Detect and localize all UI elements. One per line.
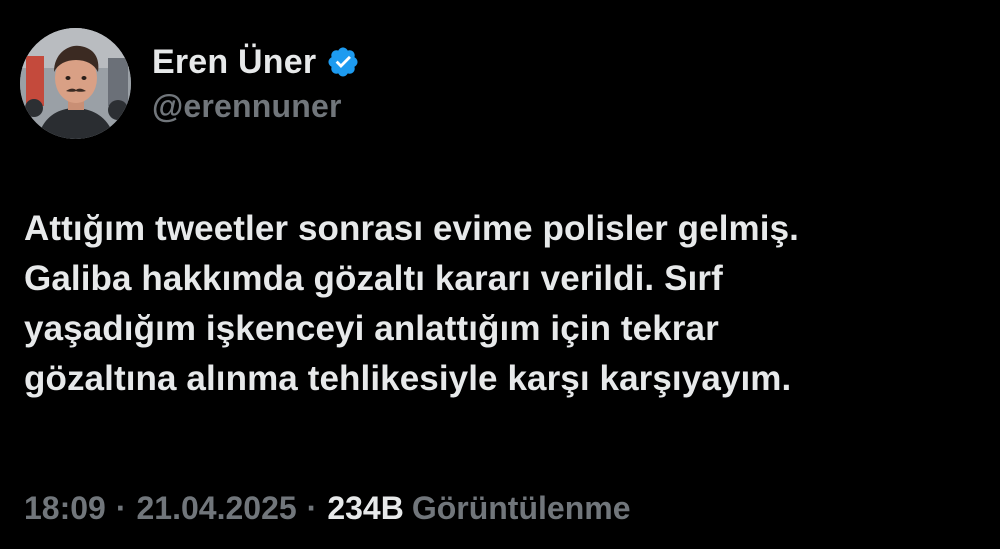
- verified-badge-icon[interactable]: [326, 45, 360, 79]
- tweet-time[interactable]: 18:09: [24, 490, 106, 527]
- tweet-text-line: yaşadığım işkenceyi anlattığım için tekr…: [24, 309, 719, 348]
- views-label: Görüntülenme: [411, 490, 631, 526]
- tweet-text-line: Attığım tweetler sonrası evime polisler …: [24, 209, 799, 248]
- tweet-card: Eren Üner @erennuner Attığım tweetler so…: [0, 0, 1000, 549]
- tweet-text-line: gözaltına alınma tehlikesiyle karşı karş…: [24, 359, 792, 398]
- avatar[interactable]: [20, 28, 131, 139]
- author-display-name[interactable]: Eren Üner: [152, 43, 316, 82]
- tweet-meta: 18:09 · 21.04.2025 · 234B Görüntülenme: [24, 490, 630, 527]
- meta-separator: ·: [115, 490, 127, 526]
- author-handle[interactable]: @erennuner: [152, 88, 342, 125]
- author-name-row: Eren Üner: [152, 40, 360, 84]
- tweet-text: Attığım tweetler sonrası evime polisler …: [24, 204, 984, 404]
- tweet-text-line: Galiba hakkımda gözaltı kararı verildi. …: [24, 259, 723, 298]
- meta-separator: ·: [306, 490, 318, 526]
- views-count[interactable]: 234B: [327, 490, 404, 527]
- tweet-date[interactable]: 21.04.2025: [137, 490, 297, 527]
- avatar-image: [20, 28, 131, 139]
